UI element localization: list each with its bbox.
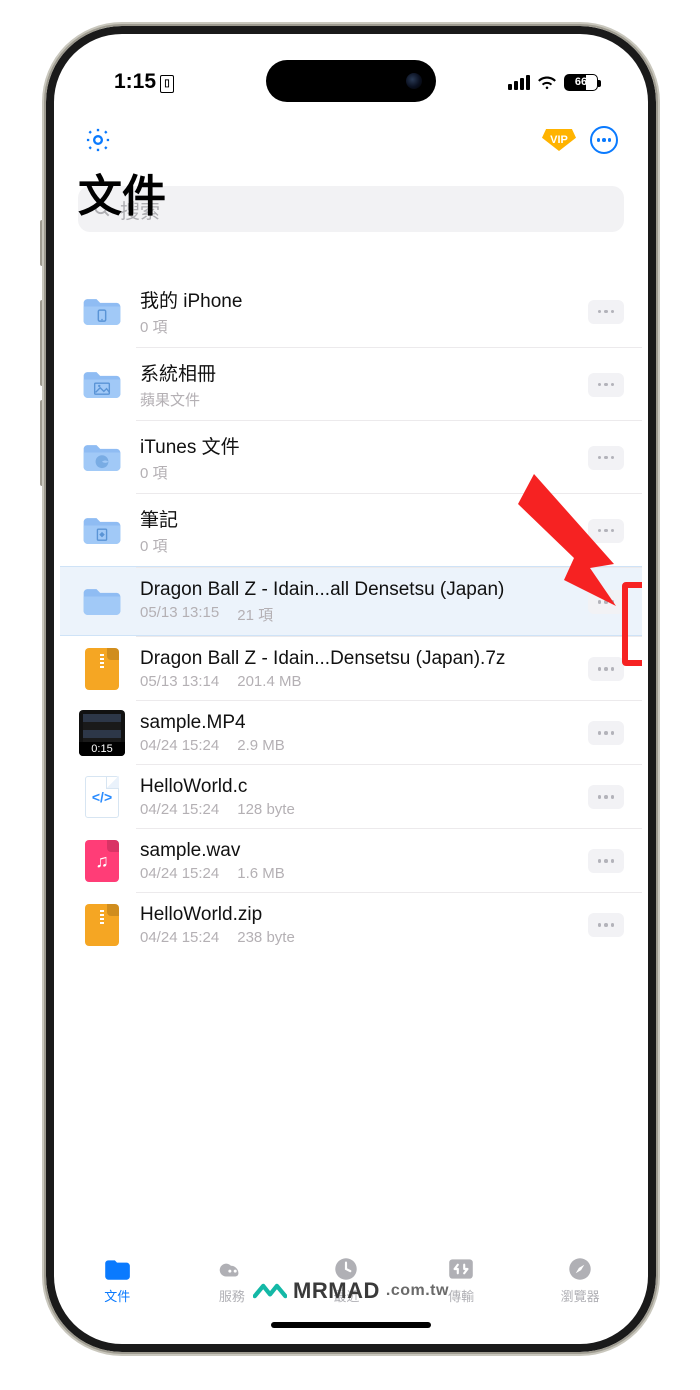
page-title: 文件 xyxy=(78,160,624,224)
file-icon: ♫ xyxy=(78,841,126,881)
file-more-button[interactable] xyxy=(588,300,624,324)
file-row[interactable]: 0:15 sample.MP4 04/24 15:242.9 MB xyxy=(60,700,642,764)
wifi-icon xyxy=(536,74,558,90)
tab-transfer[interactable]: 傳輸 xyxy=(446,1256,476,1305)
file-list[interactable]: 我的 iPhone 0 項 系統相冊 蘋果文件 iTunes 文件 xyxy=(60,268,642,1338)
file-icon xyxy=(78,292,126,332)
file-name: HelloWorld.zip xyxy=(140,904,574,926)
file-row[interactable]: 系統相冊 蘋果文件 xyxy=(60,347,642,420)
tab-compass[interactable]: 瀏覽器 xyxy=(561,1256,600,1305)
file-icon xyxy=(78,511,126,551)
vip-badge[interactable]: VIP xyxy=(542,129,576,151)
tab-label: 傳輸 xyxy=(448,1286,474,1305)
file-icon xyxy=(78,649,126,689)
file-meta: 0 項 xyxy=(140,316,574,337)
file-icon: </> xyxy=(78,777,126,817)
file-meta: 蘋果文件 xyxy=(140,389,574,410)
file-name: Dragon Ball Z - Idain...Densetsu (Japan)… xyxy=(140,648,574,670)
file-meta: 04/24 15:24238 byte xyxy=(140,929,574,946)
battery-icon: 66 xyxy=(564,74,598,91)
file-name: iTunes 文件 xyxy=(140,432,574,459)
tab-label: 服務 xyxy=(219,1286,245,1305)
file-more-button[interactable] xyxy=(588,849,624,873)
home-indicator xyxy=(271,1322,431,1328)
file-name: 我的 iPhone xyxy=(140,286,574,313)
signal-icon xyxy=(508,75,530,90)
file-name: sample.wav xyxy=(140,840,574,862)
file-more-button[interactable] xyxy=(588,913,624,937)
dynamic-island xyxy=(266,60,436,102)
file-row[interactable]: ♫ sample.wav 04/24 15:241.6 MB xyxy=(60,828,642,892)
file-meta: 04/24 15:242.9 MB xyxy=(140,737,574,754)
annotation-arrow xyxy=(498,460,628,610)
file-meta: 05/13 13:14201.4 MB xyxy=(140,673,574,690)
file-row[interactable]: 我的 iPhone 0 項 xyxy=(60,274,642,347)
tab-cloud[interactable]: 服務 xyxy=(217,1256,247,1305)
file-name: HelloWorld.c xyxy=(140,776,574,798)
file-icon: 0:15 xyxy=(78,713,126,753)
more-menu-button[interactable] xyxy=(590,126,618,154)
phone-frame: 1:15▯ 66 VIP 文件 搜索 xyxy=(44,24,658,1354)
file-icon xyxy=(78,365,126,405)
file-icon xyxy=(78,582,126,622)
annotation-highlight-box xyxy=(622,582,642,666)
status-time: 1:15▯ xyxy=(114,70,174,94)
tab-file[interactable]: 文件 xyxy=(102,1256,132,1305)
file-meta: 04/24 15:241.6 MB xyxy=(140,865,574,882)
file-more-button[interactable] xyxy=(588,373,624,397)
tab-label: 文件 xyxy=(104,1286,130,1305)
file-row[interactable]: Dragon Ball Z - Idain...Densetsu (Japan)… xyxy=(60,636,642,700)
file-more-button[interactable] xyxy=(588,657,624,681)
screen: 1:15▯ 66 VIP 文件 搜索 xyxy=(60,40,642,1338)
file-meta: 04/24 15:24128 byte xyxy=(140,801,574,818)
file-row[interactable]: </> HelloWorld.c 04/24 15:24128 byte xyxy=(60,764,642,828)
watermark: MRMAD.com.tw xyxy=(253,1278,449,1304)
settings-icon[interactable] xyxy=(84,126,112,154)
file-name: 系統相冊 xyxy=(140,359,574,386)
tab-label: 瀏覽器 xyxy=(561,1286,600,1305)
file-more-button[interactable] xyxy=(588,785,624,809)
file-name: sample.MP4 xyxy=(140,712,574,734)
file-icon xyxy=(78,905,126,945)
file-icon xyxy=(78,438,126,478)
file-more-button[interactable] xyxy=(588,721,624,745)
file-row[interactable]: HelloWorld.zip 04/24 15:24238 byte xyxy=(60,892,642,956)
